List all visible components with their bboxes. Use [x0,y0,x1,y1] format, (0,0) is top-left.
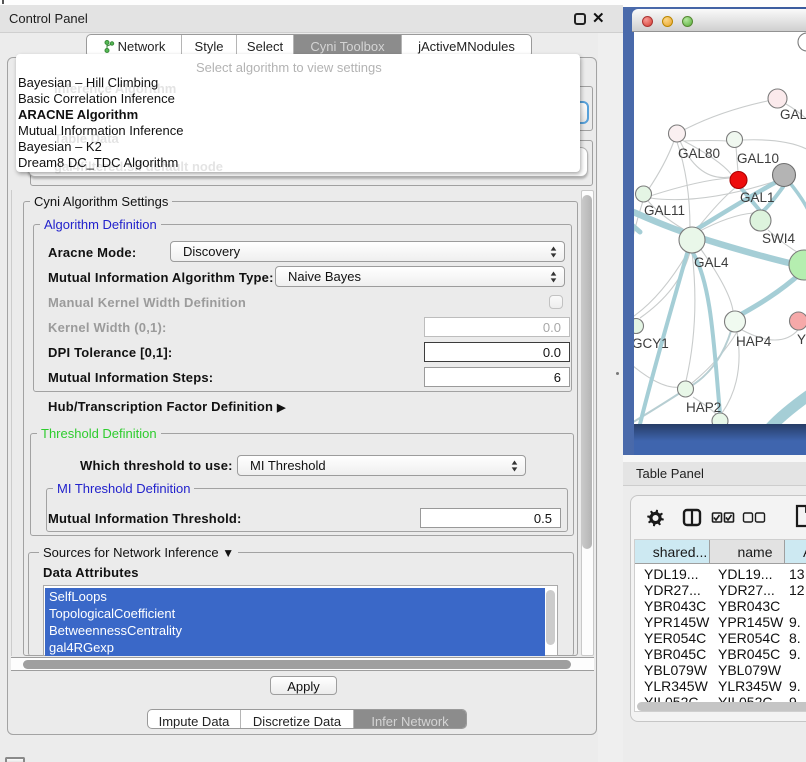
svg-text:GAL10: GAL10 [737,151,779,166]
svg-text:HAP2: HAP2 [686,400,721,415]
svg-text:Y: Y [797,332,806,347]
svg-text:GAL11: GAL11 [644,203,685,218]
svg-text:GCY1: GCY1 [634,336,669,351]
svg-text:SWI4: SWI4 [762,231,795,246]
svg-text:GAL7: GAL7 [780,107,806,122]
svg-text:GAL4: GAL4 [694,255,729,270]
svg-text:GAL1: GAL1 [740,190,775,205]
svg-text:GAL80: GAL80 [678,146,720,161]
svg-text:HAP4: HAP4 [736,334,772,349]
